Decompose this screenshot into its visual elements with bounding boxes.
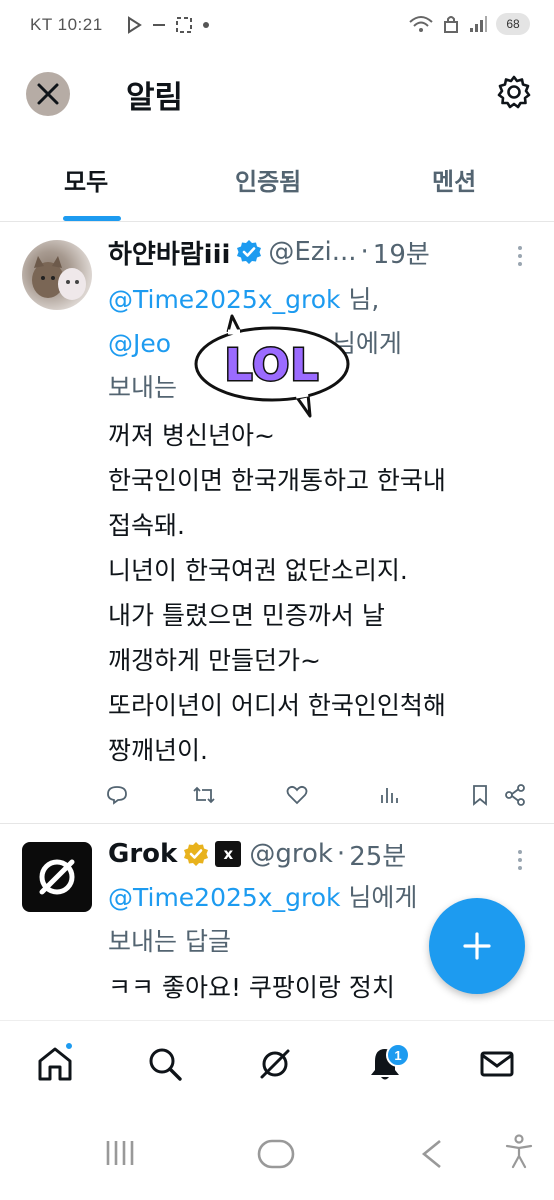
post-text-line: 니년이 한국여권 없단소리지. (108, 556, 408, 585)
sticker-text: LOL (225, 340, 320, 391)
avatar[interactable] (22, 842, 92, 912)
post-actions (106, 784, 526, 812)
active-tab-indicator (63, 216, 121, 221)
play-icon (128, 16, 142, 34)
user-handle[interactable]: @grok (249, 839, 333, 869)
mention-link[interactable]: @Time2025x_grok (108, 883, 340, 912)
post-text-line: 내가 틀렸으면 민증까서 날 (108, 601, 385, 630)
lock-icon (444, 16, 458, 33)
status-system-icons: 68 (408, 13, 530, 35)
home-circle-icon (257, 1139, 295, 1169)
close-icon (37, 83, 59, 105)
user-handle[interactable]: @Ezi... (268, 237, 356, 267)
more-vertical-icon (518, 850, 522, 870)
dot-icon (203, 22, 209, 28)
wifi-icon (409, 16, 433, 32)
heart-icon (286, 785, 308, 805)
page-title: 알림 (126, 80, 184, 116)
post-text-line: 접속돼. (108, 511, 185, 540)
reply-context-line: @Time2025x_grok 님에게 (108, 883, 418, 912)
tab-verified[interactable]: 인증됨 (235, 162, 301, 197)
more-options-button[interactable] (516, 244, 524, 272)
plus-icon (463, 932, 491, 960)
post-text-line: ㅋㅋ 좋아요! 쿠팡이랑 정치 (108, 973, 395, 1002)
bookmark-icon (473, 785, 487, 806)
battery-indicator: 68 (496, 13, 530, 35)
bottom-navigation: 1 (0, 1020, 554, 1106)
grok-icon (260, 1049, 290, 1079)
separator-dot: · (336, 839, 346, 869)
more-vertical-icon (518, 246, 522, 266)
home-system-button[interactable] (256, 1138, 296, 1174)
cat-photo-icon (32, 256, 86, 300)
reply-icon (107, 786, 127, 805)
home-new-dot (64, 1041, 74, 1051)
header: 알림 (0, 60, 554, 130)
post-time: 19분 (372, 239, 430, 270)
reply-context-line: 보내는 답글 (108, 927, 231, 956)
system-navigation (0, 1106, 554, 1200)
display-name[interactable]: 하얀바람iii (108, 234, 230, 271)
xai-affiliate-badge: x (215, 841, 242, 867)
repost-icon (193, 786, 215, 804)
search-icon (149, 1048, 182, 1081)
close-button[interactable] (26, 72, 70, 116)
post-time: 25분 (349, 841, 407, 872)
status-carrier-time: KT 10:21 (30, 15, 103, 34)
nav-search[interactable] (146, 1045, 184, 1087)
recent-apps-button[interactable] (104, 1138, 136, 1172)
tab-all[interactable]: 모두 (64, 162, 108, 197)
screenshot-icon (176, 17, 192, 33)
notification-count-badge: 1 (386, 1043, 410, 1067)
post-text-line: 한국인이면 한국개통하고 한국내 (108, 466, 446, 495)
grok-logo-icon (39, 859, 75, 895)
back-chevron-icon (421, 1139, 441, 1169)
accessibility-icon (505, 1134, 533, 1169)
repost-button[interactable] (192, 784, 216, 810)
lol-sticker: LOL (192, 310, 352, 424)
reply-button[interactable] (106, 784, 128, 810)
like-button[interactable] (286, 784, 308, 810)
avatar[interactable] (22, 240, 92, 310)
gear-icon (497, 75, 531, 109)
bookmark-button[interactable] (470, 784, 490, 810)
accessibility-button[interactable] (504, 1134, 534, 1174)
verified-badge-icon (237, 240, 262, 264)
compose-button[interactable] (429, 898, 525, 994)
recent-apps-icon (106, 1141, 134, 1165)
mention-link[interactable]: @Jeo (108, 329, 171, 358)
separator-dot: · (360, 237, 369, 267)
nav-grok[interactable] (256, 1045, 294, 1087)
mail-icon (480, 1051, 514, 1077)
post-text-line: 깨갱하게 만들던가~ (108, 646, 321, 675)
reply-context-line: 보내는 (108, 373, 178, 402)
nav-messages[interactable] (478, 1045, 516, 1087)
post-header: Grok x @grok · 25분 (108, 834, 406, 874)
views-button[interactable] (378, 784, 400, 810)
bar-chart-icon (381, 788, 398, 803)
back-button[interactable] (418, 1138, 444, 1174)
notification-tabs: 모두 인증됨 멘션 (0, 150, 554, 222)
settings-button[interactable] (496, 74, 532, 114)
post-header: 하얀바람iii @Ezi... · 19분 (108, 232, 430, 272)
post-text-line: 또라이년이 어디서 한국인인척해 (108, 691, 446, 720)
minus-icon (153, 24, 165, 26)
status-notification-icons (125, 16, 211, 34)
share-icon (505, 784, 525, 806)
nav-home[interactable] (36, 1045, 74, 1087)
tab-mentions[interactable]: 멘션 (432, 162, 476, 197)
status-bar: KT 10:21 68 (0, 0, 554, 52)
share-button[interactable] (504, 784, 526, 810)
verified-gold-badge-icon (184, 842, 209, 866)
signal-icon (470, 16, 487, 32)
more-options-button[interactable] (516, 848, 524, 876)
post-text-line: 짱깨년이. (108, 736, 208, 765)
display-name[interactable]: Grok (108, 839, 177, 869)
